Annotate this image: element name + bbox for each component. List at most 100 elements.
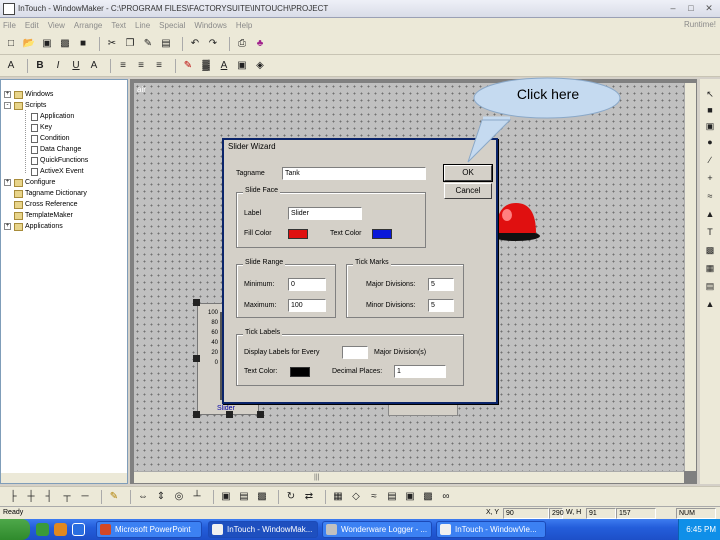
font-size-icon[interactable]: A — [87, 59, 101, 73]
maximize-button[interactable]: □ — [684, 2, 698, 14]
tree-item-quickfunctions[interactable]: QuickFunctions — [31, 155, 88, 166]
cancel-button[interactable]: Cancel — [444, 183, 492, 199]
task-powerpoint[interactable]: Microsoft PowerPoint — [96, 521, 202, 538]
smooth-icon[interactable]: ≈ — [367, 490, 381, 504]
tree-item-configure[interactable]: + Configure — [4, 177, 55, 188]
tree-item-cross-reference[interactable]: Cross Reference — [14, 199, 78, 210]
links-icon[interactable]: ∞ — [439, 490, 453, 504]
duplicate-icon[interactable]: ▤ — [159, 37, 173, 51]
selection-handle[interactable] — [257, 411, 264, 418]
rounded-rectangle-icon[interactable]: ▣ — [703, 121, 717, 133]
minimize-button[interactable]: – — [666, 2, 680, 14]
align-top-icon[interactable]: ┬ — [60, 490, 74, 504]
align-left-edges-icon[interactable]: ├ — [6, 490, 20, 504]
align-right-edges-icon[interactable]: ┤ — [42, 490, 56, 504]
selection-handle[interactable] — [193, 299, 200, 306]
quicklaunch-icon[interactable] — [54, 523, 67, 536]
align-centers-icon[interactable]: ┼ — [24, 490, 38, 504]
space-horizontal-icon[interactable]: ⇔ — [136, 490, 150, 504]
quicklaunch-icon[interactable] — [36, 523, 49, 536]
save-icon[interactable]: ▣ — [40, 37, 54, 51]
hv-line-icon[interactable]: + — [703, 173, 717, 185]
text-color-icon[interactable]: A — [217, 59, 231, 73]
selection-handle[interactable] — [193, 355, 200, 362]
fill-color-swatch[interactable] — [288, 229, 308, 239]
trend-icon[interactable]: ▲ — [703, 299, 717, 311]
snap-grid-icon[interactable]: ▦ — [331, 490, 345, 504]
text-tool-icon[interactable]: T — [703, 227, 717, 239]
align-right-icon[interactable]: ≡ — [152, 59, 166, 73]
italic-icon[interactable]: I — [51, 59, 65, 73]
wizard-icon[interactable]: ♣ — [253, 37, 267, 51]
canvas-vertical-scrollbar[interactable] — [684, 83, 696, 471]
tick-text-color-swatch[interactable] — [290, 367, 310, 377]
align-middle-icon[interactable]: ─ — [78, 490, 92, 504]
runtime-link[interactable]: Runtime! — [684, 20, 716, 29]
start-button[interactable] — [0, 519, 30, 540]
task-intouch-windowviewer[interactable]: InTouch - WindowVie... — [436, 521, 546, 538]
save-all-icon[interactable]: ▩ — [58, 37, 72, 51]
cut-icon[interactable]: ✂ — [105, 37, 119, 51]
paste-icon[interactable]: ✎ — [141, 37, 155, 51]
fill-color-icon[interactable]: ▓ — [199, 59, 213, 73]
tree-item-templatemaker[interactable]: TemplateMaker — [14, 210, 73, 221]
polyline-icon[interactable]: ≈ — [703, 191, 717, 203]
cell-icon[interactable]: ▣ — [403, 490, 417, 504]
ellipse-icon[interactable]: ● — [703, 137, 717, 149]
copy-icon[interactable]: ❐ — [123, 37, 137, 51]
tree-item-windows[interactable]: + Windows — [4, 89, 53, 100]
rotate-icon[interactable]: ↻ — [284, 490, 298, 504]
menu-text[interactable]: Text — [111, 21, 126, 30]
tree-item-condition[interactable]: Condition — [31, 133, 70, 144]
bitmap-icon[interactable]: ▩ — [703, 245, 717, 257]
task-wonderware-logger[interactable]: Wonderware Logger - ... — [322, 521, 432, 538]
line-color-icon[interactable]: ✎ — [181, 59, 195, 73]
window-color-icon[interactable]: ▣ — [235, 59, 249, 73]
font-icon[interactable]: A — [4, 59, 18, 73]
rectangle-icon[interactable]: ■ — [703, 105, 717, 117]
tagname-field[interactable]: Tank — [282, 167, 426, 180]
menu-line[interactable]: Line — [135, 21, 150, 30]
space-vertical-icon[interactable]: ⇕ — [154, 490, 168, 504]
decimal-places-field[interactable]: 1 — [394, 365, 446, 378]
underline-icon[interactable]: U — [69, 59, 83, 73]
text-color-swatch[interactable] — [372, 229, 392, 239]
maximum-field[interactable]: 100 — [288, 299, 326, 312]
align-left-icon[interactable]: ≡ — [116, 59, 130, 73]
bold-icon[interactable]: B — [33, 59, 47, 73]
symbol-group-icon[interactable]: ▤ — [385, 490, 399, 504]
tree-item-activex-event[interactable]: ActiveX Event — [31, 166, 84, 177]
tree-item-applications[interactable]: + Applications — [4, 221, 63, 232]
tree-horizontal-scrollbar[interactable] — [1, 473, 127, 483]
print-icon[interactable]: ⎙ — [235, 37, 249, 51]
break-cell-icon[interactable]: ▩ — [421, 490, 435, 504]
quicklaunch-icon[interactable] — [72, 523, 85, 536]
major-divisions-field[interactable]: 5 — [428, 278, 454, 291]
menu-file[interactable]: File — [3, 21, 16, 30]
flip-icon[interactable]: ⇄ — [302, 490, 316, 504]
menu-edit[interactable]: Edit — [25, 21, 39, 30]
open-icon[interactable]: 📂 — [22, 37, 36, 51]
tree-item-data-change[interactable]: Data Change — [31, 144, 81, 155]
pencil-icon[interactable]: ✎ — [107, 490, 121, 504]
close-window-icon[interactable]: ■ — [76, 37, 90, 51]
select-arrow-icon[interactable]: ↖ — [703, 89, 717, 101]
transparent-icon[interactable]: ◈ — [253, 59, 267, 73]
center-icon[interactable]: ◎ — [172, 490, 186, 504]
task-intouch-windowmaker[interactable]: InTouch - WindowMak... — [208, 521, 318, 538]
group-icon[interactable]: ▩ — [255, 490, 269, 504]
menu-arrange[interactable]: Arrange — [74, 21, 102, 30]
undo-icon[interactable]: ↶ — [188, 37, 202, 51]
label-field[interactable]: Slider — [288, 207, 362, 220]
selection-handle[interactable] — [226, 411, 233, 418]
bring-to-front-icon[interactable]: ▣ — [219, 490, 233, 504]
tree-item-key[interactable]: Key — [31, 122, 52, 133]
send-to-back-icon[interactable]: ▤ — [237, 490, 251, 504]
align-bottom-icon[interactable]: ┴ — [190, 490, 204, 504]
tree-item-tagname-dictionary[interactable]: Tagname Dictionary — [14, 188, 87, 199]
minor-divisions-field[interactable]: 5 — [428, 299, 454, 312]
reshape-icon[interactable]: ◇ — [349, 490, 363, 504]
menu-windows[interactable]: Windows — [194, 21, 226, 30]
menu-help[interactable]: Help — [236, 21, 252, 30]
selection-handle[interactable] — [193, 411, 200, 418]
